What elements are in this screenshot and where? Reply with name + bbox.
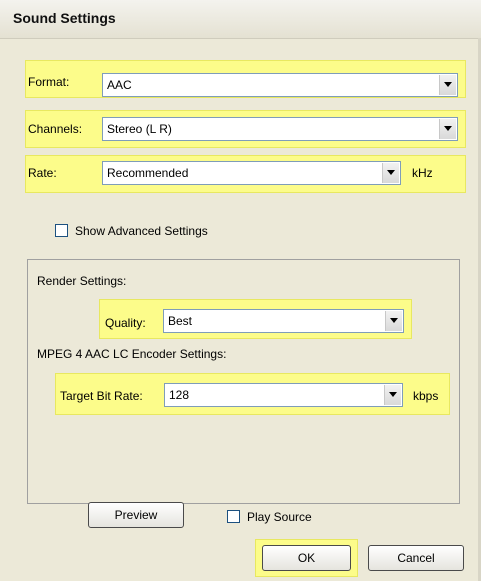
quality-dropdown[interactable]: Best — [163, 309, 404, 333]
bitrate-value: 128 — [169, 388, 190, 402]
bitrate-unit: kbps — [413, 389, 439, 403]
chevron-down-icon[interactable] — [439, 75, 456, 95]
render-settings-label: Render Settings: — [37, 274, 127, 288]
chevron-down-icon[interactable] — [385, 311, 402, 331]
channels-dropdown[interactable]: Stereo (L R) — [102, 117, 458, 141]
format-label: Format: — [28, 75, 70, 89]
show-advanced-checkbox[interactable] — [55, 224, 68, 237]
dialog-title: Sound Settings — [13, 10, 116, 26]
quality-label: Quality: — [105, 316, 146, 330]
channels-value: Stereo (L R) — [107, 122, 172, 136]
channels-label: Channels: — [28, 122, 83, 136]
preview-button[interactable]: Preview — [88, 502, 184, 528]
format-value: AAC — [107, 78, 132, 92]
format-dropdown[interactable]: AAC — [102, 73, 458, 97]
sound-settings-dialog: Sound Settings Format: AAC Channels: Ste… — [0, 0, 481, 581]
play-source-checkbox[interactable] — [227, 510, 240, 523]
ok-button[interactable]: OK — [262, 545, 351, 571]
chevron-down-icon[interactable] — [439, 119, 456, 139]
bitrate-label: Target Bit Rate: — [60, 389, 143, 403]
play-source-label[interactable]: Play Source — [247, 510, 312, 524]
cancel-button[interactable]: Cancel — [368, 545, 464, 571]
rate-unit: kHz — [412, 166, 433, 180]
chevron-down-icon[interactable] — [382, 163, 399, 183]
rate-label: Rate: — [28, 166, 57, 180]
quality-value: Best — [168, 314, 193, 328]
title-bar[interactable]: Sound Settings — [0, 0, 481, 39]
show-advanced-label[interactable]: Show Advanced Settings — [75, 224, 208, 238]
rate-dropdown[interactable]: Recommended — [102, 161, 401, 185]
bitrate-dropdown[interactable]: 128 — [164, 383, 403, 407]
encoder-settings-label: MPEG 4 AAC LC Encoder Settings: — [37, 347, 227, 361]
chevron-down-icon[interactable] — [384, 385, 401, 405]
rate-value: Recommended — [107, 166, 189, 180]
